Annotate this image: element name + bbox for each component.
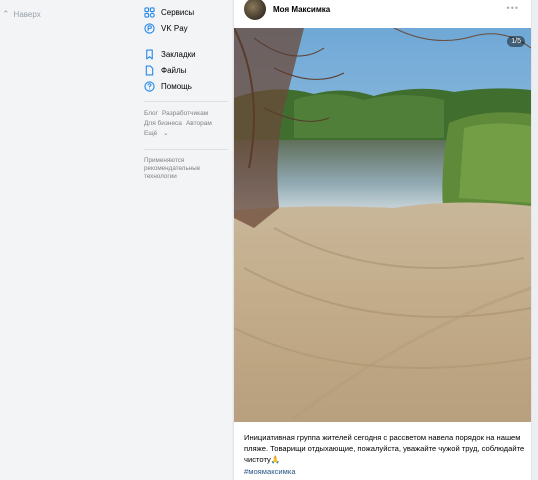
photo-counter: 1/5	[507, 36, 525, 47]
post-photo[interactable]: 1/5	[234, 28, 531, 422]
nav-item-bookmarks[interactable]: Закладки	[144, 46, 196, 62]
post-author[interactable]: Моя Максимка	[273, 5, 330, 14]
nav-label-bookmarks: Закладки	[161, 49, 196, 59]
side-navigation: Сервисы VK Pay Закладки Файлы Помощь Бло…	[140, 0, 232, 480]
post-text: Инициативная группа жителей сегодня с ра…	[244, 433, 525, 464]
post-hashtag[interactable]: #моямаксимка	[244, 467, 296, 476]
footer-links: Блог Разработчикам Для бизнеса Авторам Ещё…	[144, 109, 230, 139]
avatar[interactable]	[244, 0, 266, 20]
post-card: Моя Максимка ••• 1/5 Инициативная группа…	[233, 0, 532, 480]
nav-item-services[interactable]: Сервисы	[144, 4, 194, 20]
post-header: Моя Максимка •••	[234, 0, 533, 26]
services-icon	[144, 6, 155, 18]
divider	[144, 101, 228, 102]
bookmark-icon	[144, 49, 155, 60]
nav-label-files: Файлы	[161, 65, 187, 75]
help-icon	[144, 80, 155, 92]
more-options-icon[interactable]: •••	[507, 3, 519, 13]
recommendation-note: Применяются рекомендательные технологии	[144, 157, 201, 180]
footer-link-authors[interactable]: Авторам	[186, 120, 212, 127]
file-icon	[144, 65, 155, 76]
footer-link-developers[interactable]: Разработчикам	[162, 110, 208, 117]
back-to-top-link[interactable]: ⌃ Наверх	[2, 9, 41, 20]
nav-label-services: Сервисы	[161, 7, 195, 17]
nav-item-files[interactable]: Файлы	[144, 62, 186, 78]
nav-item-help[interactable]: Помощь	[144, 78, 192, 94]
nav-label-help: Помощь	[161, 81, 192, 91]
vk-pay-icon	[144, 22, 155, 34]
nav-label-vk-pay: VK Pay	[161, 23, 188, 33]
left-column: ⌃ Наверх	[0, 0, 140, 480]
chevron-up-icon: ⌃	[2, 9, 10, 19]
footer-link-blog[interactable]: Блог	[144, 110, 158, 117]
back-to-top-label: Наверх	[13, 10, 41, 19]
footer-link-more-label: Ещё	[144, 130, 158, 137]
nav-item-vk-pay[interactable]: VK Pay	[144, 20, 188, 36]
footer-link-more[interactable]: Ещё ⌄	[144, 130, 169, 137]
divider	[144, 149, 228, 150]
photo-scene	[234, 28, 531, 422]
footer-link-business[interactable]: Для бизнеса	[144, 120, 182, 127]
